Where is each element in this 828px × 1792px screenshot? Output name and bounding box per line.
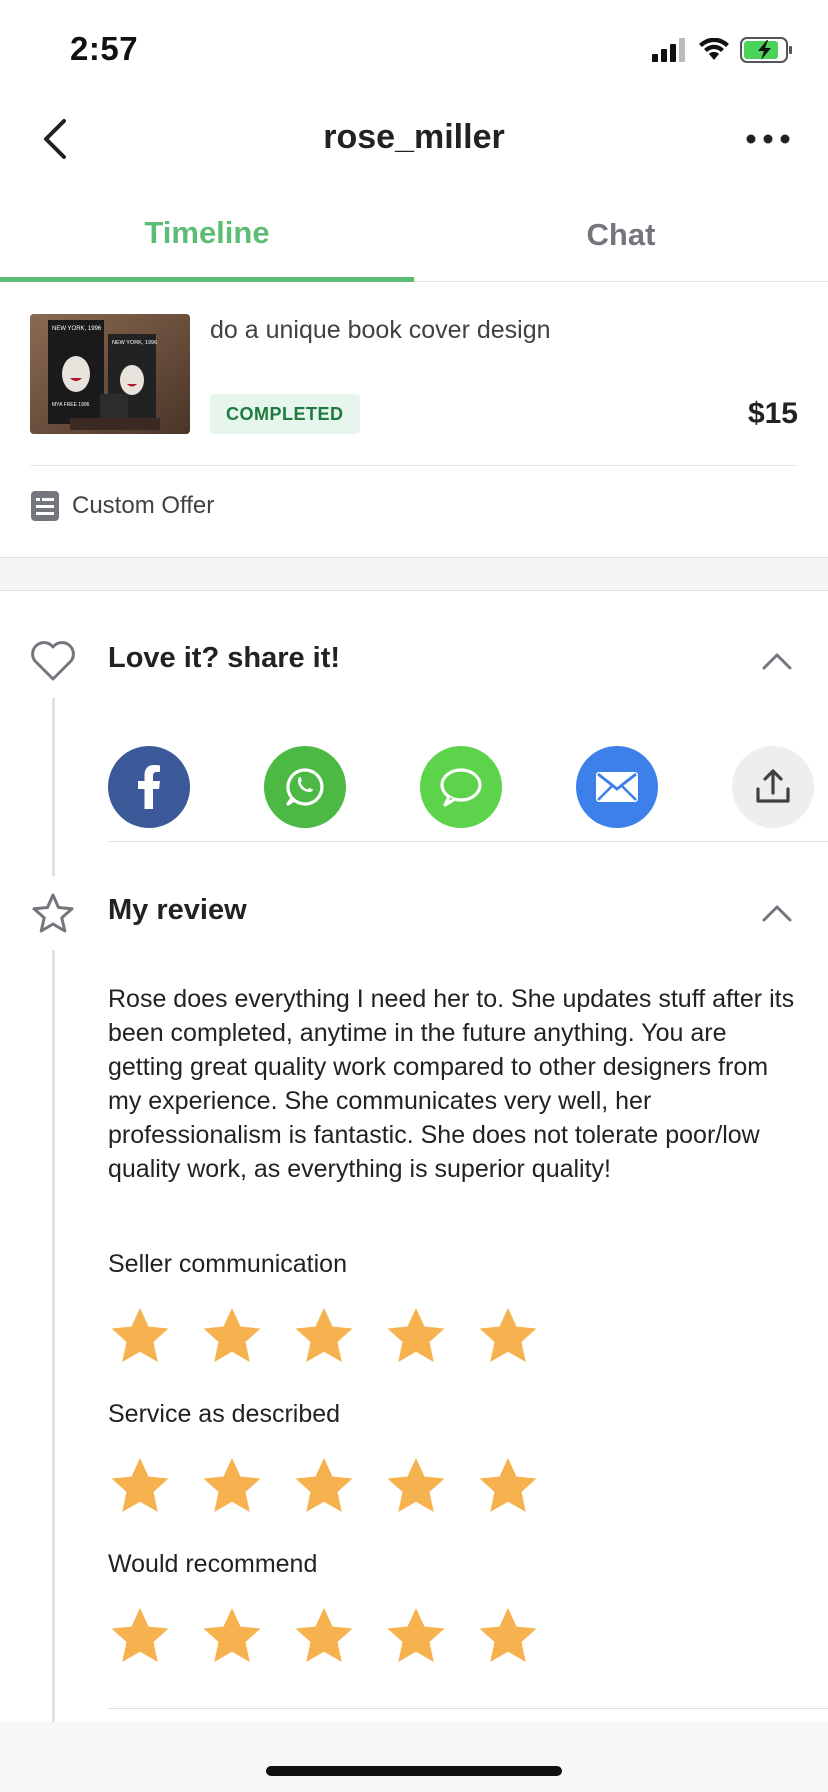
chevron-up-icon [762,905,792,922]
home-indicator[interactable] [266,1766,562,1776]
whatsapp-icon [286,768,324,806]
share-buttons-row [108,746,814,828]
rating-stars-would-recommend [108,1604,540,1670]
facebook-icon [138,765,160,809]
share-section-header[interactable]: Love it? share it! [0,620,828,700]
timeline-line [52,698,55,876]
review-section-title: My review [108,894,247,926]
more-share-button[interactable] [732,746,814,828]
star-outline-icon-wrap [28,890,78,936]
order-thumbnail: NEW YORK, 1996 NEW YORK, 1996 MYA FREE 1… [30,314,190,434]
page-title: rose_miller [323,118,505,156]
facebook-share-button[interactable] [108,746,190,828]
email-share-button[interactable] [576,746,658,828]
order-card[interactable]: NEW YORK, 1996 NEW YORK, 1996 MYA FREE 1… [30,282,798,466]
star-icon [387,1308,445,1362]
envelope-icon [596,772,638,802]
svg-text:NEW YORK, 1996: NEW YORK, 1996 [112,340,157,346]
bottom-safe-area [0,1722,828,1792]
status-bar: 2:57 [0,0,828,98]
review-divider [108,1708,828,1709]
star-icon [111,1308,169,1362]
star-outline-icon [32,893,74,933]
section-divider [0,557,828,591]
more-dots-icon [746,134,790,144]
svg-text:MYA FREE 1996: MYA FREE 1996 [52,402,90,408]
star-icon [387,1608,445,1662]
star-icon [479,1458,537,1512]
star-icon [111,1458,169,1512]
tab-chat[interactable]: Chat [414,188,828,282]
custom-offer-row[interactable]: Custom Offer [30,466,798,546]
tab-bar: Timeline Chat [0,188,828,282]
nav-bar: rose_miller [0,98,828,180]
messages-share-button[interactable] [420,746,502,828]
review-text: Rose does everything I need her to. She … [108,985,795,1183]
offer-document-icon [31,491,59,521]
heart-icon-wrap [28,638,78,684]
share-section-title: Love it? share it! [108,642,341,674]
svg-text:NEW YORK, 1996: NEW YORK, 1996 [52,326,102,332]
star-icon [387,1458,445,1512]
order-title: do a unique book cover design [210,316,551,344]
status-icons [652,36,794,64]
star-icon [295,1458,353,1512]
share-collapse-button[interactable] [752,638,802,684]
cellular-signal-icon [652,38,685,62]
star-icon [295,1608,353,1662]
more-options-button[interactable] [738,112,798,166]
status-time: 2:57 [70,30,139,67]
chevron-up-icon [762,653,792,670]
review-section-header[interactable]: My review [0,872,828,952]
share-divider [108,841,828,842]
star-icon [479,1308,537,1362]
star-icon [203,1608,261,1662]
message-bubble-icon [440,768,482,807]
star-icon [479,1608,537,1662]
tab-timeline[interactable]: Timeline [0,188,414,282]
timeline-line [52,950,55,1722]
order-price: $15 [747,397,798,430]
battery-charging-icon [740,37,792,63]
custom-offer-label: Custom Offer [72,492,215,519]
rating-label-seller-communication: Seller communication [108,1250,347,1278]
star-icon [203,1308,261,1362]
rating-stars-seller-communication [108,1304,540,1370]
heart-icon [31,641,75,681]
star-icon [295,1308,353,1362]
rating-stars-service-as-described [108,1454,540,1520]
review-collapse-button[interactable] [752,890,802,936]
star-icon [203,1458,261,1512]
whatsapp-share-button[interactable] [264,746,346,828]
book-cover-image: NEW YORK, 1996 NEW YORK, 1996 MYA FREE 1… [30,314,190,434]
rating-label-service-as-described: Service as described [108,1400,341,1428]
rating-label-would-recommend: Would recommend [108,1550,318,1578]
star-icon [111,1608,169,1662]
status-badge: COMPLETED [210,394,360,434]
share-upload-icon [756,769,790,803]
wifi-icon [699,38,729,60]
